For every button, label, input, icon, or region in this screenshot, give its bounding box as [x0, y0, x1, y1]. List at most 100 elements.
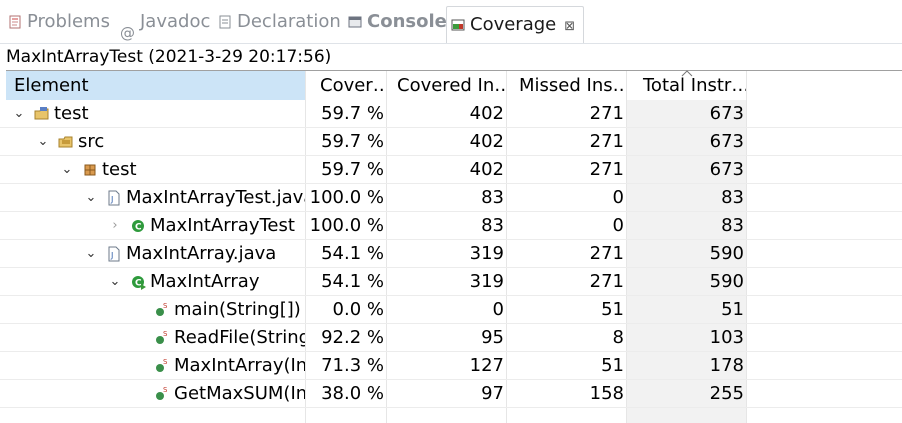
covered-instructions: 95 — [481, 327, 504, 348]
table-row[interactable]: ⌄ C MaxIntArray 54.1 % 319 271 590 — [0, 268, 902, 296]
covered-instructions: 97 — [481, 383, 504, 404]
sort-ascending-icon — [681, 70, 693, 77]
chevron-right-icon[interactable]: › — [108, 212, 122, 239]
coverage-percent: 100.0 % — [309, 215, 384, 236]
element-name: MaxIntArrayTest.java — [126, 187, 305, 208]
column-header-missed-instructions[interactable]: Missed Ins… — [507, 71, 626, 100]
svg-text:J: J — [110, 251, 113, 260]
class-icon: C — [132, 220, 144, 233]
coverage-percent: 54.1 % — [321, 243, 384, 264]
tab-console-label: Console — [367, 11, 447, 32]
element-name: test — [102, 159, 137, 180]
missed-instructions: 51 — [601, 355, 624, 376]
project-folder-icon — [34, 107, 49, 120]
table-row[interactable]: ⌄ src 59.7 % 402 271 673 — [0, 128, 902, 156]
table-row[interactable]: S ReadFile(String 92.2 % 95 8 103 — [0, 324, 902, 352]
missed-instructions: 271 — [589, 131, 624, 152]
coverage-percent: 0.0 % — [332, 299, 384, 320]
coverage-percent: 38.0 % — [321, 383, 384, 404]
chevron-down-icon[interactable]: ⌄ — [84, 184, 98, 211]
svg-text:J: J — [110, 195, 113, 204]
coverage-percent: 54.1 % — [321, 271, 384, 292]
java-file-icon: J — [108, 246, 120, 262]
coverage-percent: 92.2 % — [321, 327, 384, 348]
table-row[interactable]: Smain(String[]) 0.0 % 0 51 51 — [0, 296, 902, 324]
element-name: GetMaxSUM(In — [174, 383, 305, 404]
svg-text:S: S — [163, 330, 168, 338]
close-icon[interactable]: ⊠ — [564, 19, 575, 34]
covered-instructions: 127 — [469, 355, 504, 376]
covered-instructions: 83 — [481, 215, 504, 236]
source-folder-icon — [58, 136, 73, 148]
element-name: src — [78, 131, 105, 152]
covered-instructions: 402 — [469, 159, 504, 180]
package-icon — [84, 164, 96, 176]
chevron-down-icon[interactable]: ⌄ — [36, 128, 50, 155]
tab-coverage-label: Coverage — [470, 14, 557, 35]
chevron-down-icon[interactable]: ⌄ — [60, 156, 74, 183]
tab-console[interactable]: Console — [348, 4, 447, 40]
chevron-down-icon[interactable]: ⌄ — [12, 100, 26, 127]
console-icon — [348, 16, 362, 28]
tab-declaration[interactable]: Declaration — [218, 4, 341, 40]
missed-instructions: 158 — [589, 383, 624, 404]
total-instructions: 103 — [709, 327, 744, 348]
chevron-down-icon[interactable]: ⌄ — [108, 268, 122, 295]
tab-problems-label: Problems — [27, 11, 110, 32]
total-instructions: 51 — [721, 299, 744, 320]
total-instructions: 178 — [709, 355, 744, 376]
javadoc-icon: @ — [120, 24, 135, 42]
svg-text:S: S — [163, 358, 168, 366]
declaration-icon — [219, 15, 231, 29]
coverage-percent: 100.0 % — [309, 187, 384, 208]
table-row[interactable]: S GetMaxSUM(In 38.0 % 97 158 255 — [0, 380, 902, 408]
missed-instructions: 0 — [612, 215, 624, 236]
coverage-percent: 59.7 % — [321, 103, 384, 124]
class-main-icon: C — [132, 276, 146, 290]
table-row[interactable]: ⌄ J MaxIntArray.java 54.1 % 319 271 590 — [0, 240, 902, 268]
tab-coverage[interactable]: Coverage ⊠ — [446, 6, 585, 43]
problems-icon — [9, 15, 21, 29]
total-instructions: 673 — [709, 131, 744, 152]
element-name: main(String[]) — [174, 299, 301, 320]
tab-problems[interactable]: Problems — [8, 4, 110, 40]
svg-text:C: C — [135, 223, 142, 233]
missed-instructions: 271 — [589, 243, 624, 264]
total-instructions: 255 — [709, 383, 744, 404]
total-instructions: 673 — [709, 159, 744, 180]
table-row[interactable]: ⌄ test 59.7 % 402 271 673 — [0, 156, 902, 184]
tab-declaration-label: Declaration — [237, 11, 341, 32]
total-instructions: 590 — [709, 271, 744, 292]
view-tab-bar: Problems @ Javadoc Declaration Console Co… — [0, 0, 902, 44]
column-header-covered-instructions[interactable]: Covered In… — [387, 71, 506, 100]
static-method-icon: S — [156, 358, 168, 372]
tab-javadoc-label: Javadoc — [140, 11, 211, 32]
svg-text:C: C — [135, 279, 142, 289]
coverage-percent: 59.7 % — [321, 159, 384, 180]
tab-javadoc[interactable]: @ Javadoc — [120, 4, 211, 42]
table-row[interactable]: ⌄ J MaxIntArrayTest.java 100.0 % 83 0 83 — [0, 184, 902, 212]
missed-instructions: 8 — [612, 327, 624, 348]
covered-instructions: 83 — [481, 187, 504, 208]
total-instructions: 590 — [709, 243, 744, 264]
missed-instructions: 51 — [601, 299, 624, 320]
missed-instructions: 271 — [589, 159, 624, 180]
total-instructions: 83 — [721, 187, 744, 208]
column-header-element[interactable]: Element — [6, 71, 305, 100]
static-method-icon: S — [156, 330, 168, 344]
chevron-down-icon[interactable]: ⌄ — [84, 240, 98, 267]
missed-instructions: 271 — [589, 271, 624, 292]
covered-instructions: 402 — [469, 131, 504, 152]
table-row[interactable]: S MaxIntArray(In 71.3 % 127 51 178 — [0, 352, 902, 380]
missed-instructions: 271 — [589, 103, 624, 124]
column-header-coverage[interactable]: Cover… — [306, 71, 386, 100]
element-name: MaxIntArray(In — [174, 355, 305, 376]
element-name: ReadFile(String — [174, 327, 305, 348]
coverage-icon — [451, 19, 465, 31]
svg-text:S: S — [163, 386, 168, 394]
coverage-percent: 71.3 % — [321, 355, 384, 376]
table-row[interactable]: ⌄ test 59.7 % 402 271 673 — [0, 100, 902, 128]
missed-instructions: 0 — [612, 187, 624, 208]
covered-instructions: 0 — [492, 299, 504, 320]
table-row[interactable]: › C MaxIntArrayTest 100.0 % 83 0 83 — [0, 212, 902, 240]
